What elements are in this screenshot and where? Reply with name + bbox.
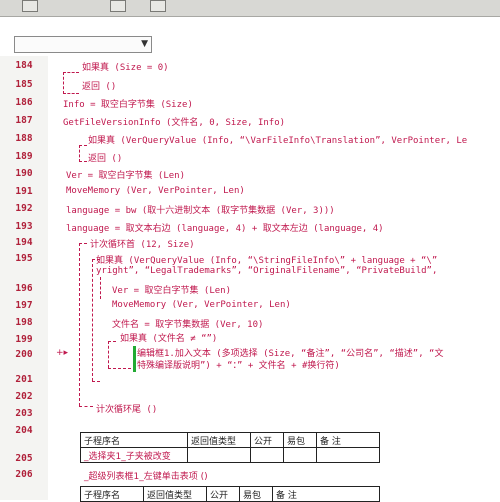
table-header: 返回值类型 [187, 432, 251, 448]
subroutine-label[interactable]: _超级列表框1_左键单击表项 () [84, 469, 208, 482]
chevron-down-icon[interactable]: ▼ [141, 39, 148, 49]
code-line[interactable]: 计次循环尾 () [96, 402, 157, 415]
code-line[interactable]: 返回 () [82, 79, 116, 92]
toolbar-button[interactable] [150, 0, 166, 12]
breakpoint-marker[interactable]: +▸ [56, 348, 68, 358]
code-line[interactable]: 计次循环首 (12, Size) [90, 237, 195, 250]
loop-guide [79, 406, 93, 407]
line-number: 201 [15, 374, 33, 385]
table-header: 备 注 [316, 432, 380, 448]
line-number: 188 [15, 133, 33, 144]
line-number: 206 [15, 469, 33, 480]
flow-guide [108, 368, 136, 369]
code-line[interactable]: GetFileVersionInfo (文件名, 0, Size, Info) [63, 115, 285, 128]
flow-guide [92, 259, 93, 381]
line-number: 196 [15, 283, 33, 294]
line-number: 187 [15, 115, 33, 126]
flow-guide [79, 145, 87, 146]
table-cell [250, 447, 284, 463]
table-cell [187, 447, 251, 463]
line-number: 192 [15, 203, 33, 214]
line-number: 205 [15, 453, 33, 464]
table-header: 易包 [283, 432, 317, 448]
table-header: 子程序名 [80, 432, 188, 448]
flow-guide [79, 161, 87, 162]
loop-guide [79, 243, 80, 406]
subroutine-table: 子程序名 返回值类型 公开 易包 备 注 _选择夹1_子夹被改变 [80, 432, 380, 463]
table-header: 子程序名 [80, 486, 144, 502]
code-line[interactable]: 如果真 (Size = 0) [82, 60, 169, 73]
table-header: 返回值类型 [143, 486, 207, 502]
code-line[interactable]: 如果真 (文件名 ≠ “”) [120, 331, 217, 344]
flow-guide [108, 341, 109, 368]
line-number: 193 [15, 221, 33, 232]
toolbar-button[interactable] [110, 0, 126, 12]
line-number: 197 [15, 300, 33, 311]
code-line[interactable]: Info = 取空白字节集 (Size) [63, 97, 193, 110]
flow-guide [63, 72, 79, 73]
line-number: 189 [15, 151, 33, 162]
line-number: 202 [15, 391, 33, 402]
table-cell [316, 447, 380, 463]
code-line[interactable]: 文件名 = 取字节集数据 (Ver, 10) [112, 317, 263, 330]
code-line[interactable]: language = 取文本右边 (language, 4) + 取文本左边 (… [66, 221, 384, 234]
loop-guide [79, 243, 87, 244]
line-number: 198 [15, 317, 33, 328]
table-cell [283, 447, 317, 463]
table-header: 备 注 [272, 486, 380, 502]
text-cursor [133, 346, 136, 372]
code-line[interactable]: 如果真 (VerQueryValue (Info, “\StringFileIn… [96, 253, 437, 266]
flow-guide [63, 93, 79, 94]
line-number: 200 [15, 349, 33, 360]
line-number: 203 [15, 408, 33, 419]
toolbar [0, 0, 500, 17]
code-line[interactable]: 特殊编译版说明”) + “：” + 文件名 + #换行符) [137, 358, 340, 371]
line-number: 195 [15, 253, 33, 264]
flow-guide [79, 145, 80, 162]
code-line[interactable]: yright”, “LegalTrademarks”, “OriginalFil… [96, 266, 437, 276]
line-number: 185 [15, 79, 33, 90]
toolbar-button[interactable] [22, 0, 38, 12]
code-line[interactable]: Ver = 取空白字节集 (Len) [112, 283, 231, 296]
code-line[interactable]: language = bw (取十六进制文本 (取字节集数据 (Ver, 3))… [66, 203, 335, 216]
line-number: 191 [15, 186, 33, 197]
code-line[interactable]: Ver = 取空白字节集 (Len) [66, 168, 185, 181]
code-line[interactable]: 返回 () [88, 151, 122, 164]
code-line[interactable]: 如果真 (VerQueryValue (Info, “\VarFileInfo\… [88, 133, 467, 146]
table-header: 公开 [206, 486, 240, 502]
table-header: 公开 [250, 432, 284, 448]
line-number: 204 [15, 425, 33, 436]
table-header: 易包 [239, 486, 273, 502]
flow-guide [108, 341, 116, 342]
line-number: 190 [15, 168, 33, 179]
subroutine-select[interactable]: ▼ [14, 36, 152, 53]
code-line[interactable]: MoveMemory (Ver, VerPointer, Len) [112, 300, 291, 310]
line-number: 186 [15, 97, 33, 108]
flow-guide [92, 381, 100, 382]
line-number: 194 [15, 237, 33, 248]
flow-guide [100, 277, 101, 299]
table-cell[interactable]: _选择夹1_子夹被改变 [80, 447, 188, 463]
line-number: 199 [15, 334, 33, 345]
flow-guide [63, 72, 64, 94]
line-number: 184 [15, 60, 33, 71]
code-line[interactable]: MoveMemory (Ver, VerPointer, Len) [66, 186, 245, 196]
